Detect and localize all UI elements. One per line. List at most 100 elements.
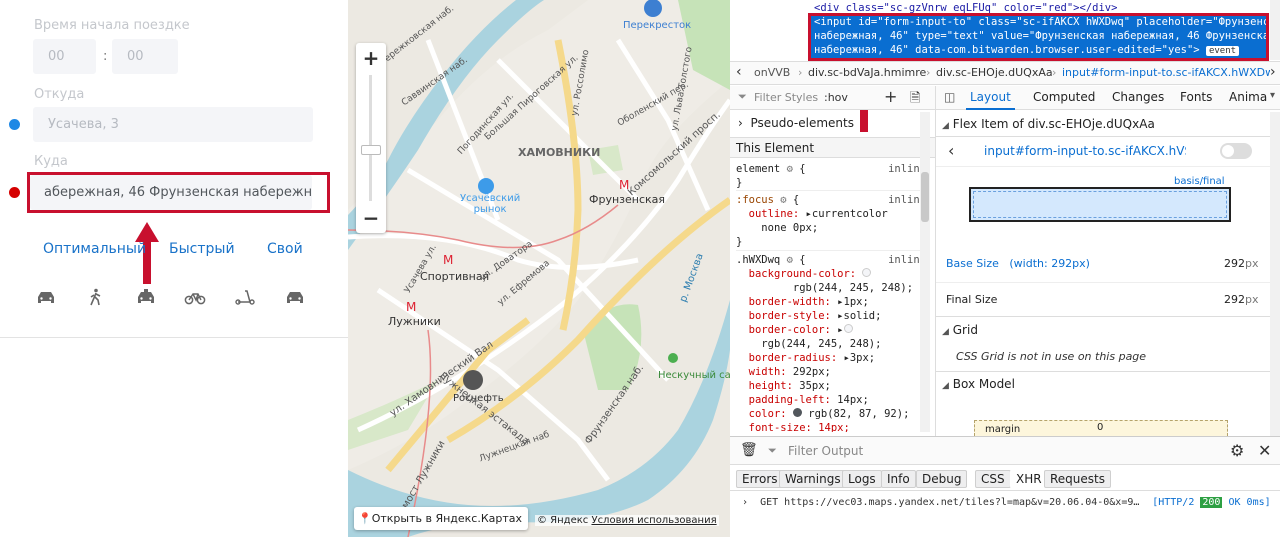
css-value[interactable]: 1px; bbox=[844, 296, 869, 308]
mode-fast[interactable]: Быстрый bbox=[169, 241, 235, 257]
mode-optimal[interactable]: Оптимальный bbox=[43, 241, 146, 257]
css-prop[interactable]: height: bbox=[749, 380, 793, 392]
filter-warnings[interactable]: Warnings bbox=[779, 470, 847, 488]
css-prop[interactable]: color: bbox=[749, 408, 787, 420]
color-swatch-icon[interactable] bbox=[792, 408, 802, 417]
console-request-row[interactable]: › GET https://vec03.maps.yandex.net/tile… bbox=[742, 497, 1271, 508]
chevron-down-icon[interactable]: ▾ bbox=[1270, 90, 1275, 101]
tab-computed[interactable]: Computed bbox=[1033, 90, 1095, 104]
zoom-slider-handle[interactable] bbox=[361, 145, 381, 155]
filter-css[interactable]: CSS bbox=[975, 470, 1011, 488]
dock-icon[interactable]: ◫ bbox=[944, 90, 955, 104]
css-value[interactable]: rgb(82, 87, 92); bbox=[808, 408, 909, 420]
breadcrumb-item-0[interactable]: onVVB bbox=[754, 66, 790, 79]
margin-value[interactable]: 0 bbox=[1097, 422, 1103, 433]
css-value[interactable]: none 0px; bbox=[761, 222, 818, 234]
trash-icon[interactable]: 🗑 bbox=[740, 442, 758, 458]
rule-hwxdwq[interactable]: .hWXDwq ⚙ { inline background-color: rgb… bbox=[736, 250, 926, 435]
box-model-header[interactable]: ◢ Box Model bbox=[942, 377, 1015, 391]
rule-focus[interactable]: :focus ⚙ { inline outline: ▸currentcolor… bbox=[736, 190, 926, 250]
minute-input[interactable]: 00 bbox=[112, 39, 178, 74]
breadcrumb-back-icon[interactable]: ‹ bbox=[736, 64, 742, 80]
filter-debug[interactable]: Debug bbox=[916, 470, 968, 488]
css-value[interactable]: 35px; bbox=[799, 380, 831, 392]
css-prop[interactable]: border-width: bbox=[749, 296, 831, 308]
filter-requests[interactable]: Requests bbox=[1044, 470, 1111, 488]
scrollbar-thumb[interactable] bbox=[921, 172, 929, 222]
map-label-neskuchny: Нескучный сад bbox=[658, 370, 730, 381]
css-prop[interactable]: background-color: bbox=[749, 268, 856, 280]
layout-scrollbar[interactable] bbox=[1270, 112, 1280, 436]
rules-scrollbar[interactable] bbox=[920, 112, 930, 432]
css-value[interactable]: 292px; bbox=[793, 366, 831, 378]
grid-header[interactable]: ◢ Grid bbox=[942, 323, 978, 337]
mode-custom[interactable]: Свой bbox=[267, 241, 303, 257]
zoom-out-button[interactable]: − bbox=[356, 203, 386, 233]
divider bbox=[966, 471, 967, 487]
divider bbox=[936, 316, 1280, 317]
filter-styles-input[interactable]: Filter Styles bbox=[754, 91, 818, 104]
breadcrumb-item-2[interactable]: div.sc-EHOje.dUQxAa bbox=[936, 66, 1053, 79]
filter-errors[interactable]: Errors bbox=[736, 470, 784, 488]
css-prop[interactable]: outline: bbox=[749, 208, 800, 220]
back-icon[interactable]: ‹ bbox=[948, 141, 954, 160]
breadcrumb-forward-icon[interactable]: › bbox=[1270, 64, 1276, 80]
open-in-yandex-button[interactable]: 📍Открыть в Яндекс.Картах bbox=[354, 507, 529, 530]
unit: px bbox=[1245, 293, 1259, 306]
tab-layout[interactable]: Layout bbox=[966, 86, 1015, 110]
tab-changes[interactable]: Changes bbox=[1112, 90, 1164, 104]
print-media-icon[interactable]: 🗎 bbox=[910, 89, 920, 111]
svg-text:M: M bbox=[443, 253, 453, 267]
request-url[interactable]: https://vec03.maps.yandex.net/tiles?l=ma… bbox=[784, 497, 1146, 508]
add-rule-icon[interactable]: + bbox=[884, 87, 897, 106]
walk-icon[interactable] bbox=[85, 288, 107, 306]
highlight-toggle[interactable] bbox=[1220, 143, 1252, 159]
css-prop[interactable]: padding-left: bbox=[749, 394, 831, 406]
css-prop[interactable]: border-style: bbox=[749, 310, 831, 322]
gear-icon[interactable]: ⚙ bbox=[1230, 441, 1244, 460]
tab-animations[interactable]: Anima bbox=[1229, 90, 1271, 104]
css-prop[interactable]: width: bbox=[749, 366, 787, 378]
css-prop[interactable]: border-color: bbox=[749, 324, 831, 336]
taxi-icon[interactable] bbox=[135, 288, 157, 306]
css-value[interactable]: currentcolor bbox=[812, 208, 888, 220]
filter-info[interactable]: Info bbox=[881, 470, 916, 488]
terms-link[interactable]: Условия использования bbox=[591, 515, 716, 526]
car-icon[interactable] bbox=[284, 288, 306, 306]
filter-xhr[interactable]: XHR bbox=[1010, 470, 1048, 488]
css-value[interactable]: 14px; bbox=[837, 394, 869, 406]
base-width-text: (width: 292px) bbox=[1009, 257, 1090, 270]
close-icon[interactable]: ✕ bbox=[1258, 441, 1271, 460]
tab-fonts[interactable]: Fonts bbox=[1180, 90, 1212, 104]
pane-divider[interactable] bbox=[935, 86, 936, 436]
route-form-panel: Время начала поездке 00 : 00 Откуда Усач… bbox=[0, 0, 348, 537]
http-version: [HTTP/2 bbox=[1152, 497, 1195, 508]
filter-output-input[interactable]: Filter Output bbox=[788, 444, 863, 458]
color-swatch-icon[interactable] bbox=[862, 268, 872, 277]
divider bbox=[936, 136, 1280, 137]
zoom-in-button[interactable]: + bbox=[356, 43, 386, 73]
filter-logs[interactable]: Logs bbox=[842, 470, 882, 488]
flex-input-selector[interactable]: input#form-input-to.sc-ifAKCX.hVSjJU bbox=[984, 144, 1186, 158]
map-view[interactable]: M M M Перекресток ХАМОВНИКИ Усачёвский р… bbox=[348, 0, 730, 537]
scooter-icon[interactable] bbox=[234, 288, 256, 306]
css-value[interactable]: solid; bbox=[844, 310, 882, 322]
from-input[interactable]: Усачева, 3 bbox=[33, 107, 313, 142]
flex-item-header[interactable]: ◢ Flex Item of div.sc-EHOje.dUQxAa bbox=[942, 117, 1155, 131]
color-swatch-icon[interactable] bbox=[843, 324, 853, 333]
css-value[interactable]: 3px; bbox=[850, 352, 875, 364]
sidebar-tabs: ◫ Layout Computed Changes Fonts Anima ▾ bbox=[936, 86, 1280, 110]
car-icon[interactable] bbox=[35, 288, 57, 306]
breadcrumb-item-1[interactable]: div.sc-bdVaJa.hmimre bbox=[808, 66, 926, 79]
bicycle-icon[interactable] bbox=[184, 288, 206, 306]
hour-input[interactable]: 00 bbox=[33, 39, 96, 74]
breadcrumb-item-3[interactable]: input#form-input-to.sc-ifAKCX.hWXDw bbox=[1062, 66, 1270, 79]
hov-toggle[interactable]: :hov bbox=[824, 91, 848, 104]
css-prop[interactable]: border-radius: bbox=[749, 352, 838, 364]
css-value[interactable]: rgb(244, 245, 248); bbox=[761, 338, 881, 350]
html-scrollbar[interactable] bbox=[1270, 0, 1280, 60]
console-filter-bar: Errors Warnings Logs Info Debug CSS XHR … bbox=[730, 466, 1280, 491]
css-value[interactable]: rgb(244, 245, 248); bbox=[793, 282, 913, 294]
rule-element[interactable]: element ⚙ { inline} bbox=[736, 162, 926, 190]
pseudo-elements[interactable]: › Pseudo-elements bbox=[738, 116, 854, 130]
